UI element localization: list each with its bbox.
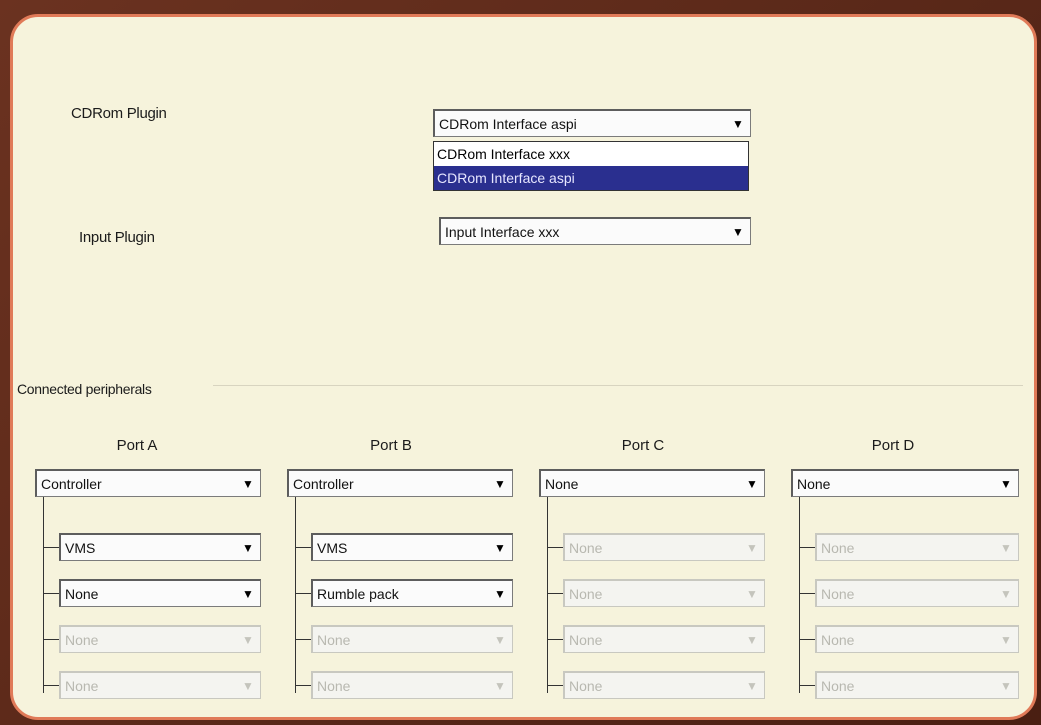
port-a-title: Port A bbox=[116, 437, 158, 454]
port-d-slot-2-select: None ▼ bbox=[815, 579, 1019, 607]
tree-branch bbox=[547, 685, 563, 686]
cdrom-option-xxx[interactable]: CDRom Interface xxx bbox=[434, 142, 748, 166]
port-b-slot-2-value: Rumble pack bbox=[317, 585, 399, 602]
port-c-slot-2-value: None bbox=[569, 585, 603, 602]
port-a-slot-3-value: None bbox=[65, 631, 99, 648]
tree-branch bbox=[43, 547, 59, 548]
chevron-down-icon[interactable]: ▼ bbox=[726, 219, 750, 244]
port-c-slot-1-select: None ▼ bbox=[563, 533, 765, 561]
port-b-slot-4-select: None ▼ bbox=[311, 671, 513, 699]
port-b-slot-1-value: VMS bbox=[317, 539, 348, 556]
port-d-slot-2-value: None bbox=[821, 585, 855, 602]
port-a-device-value: Controller bbox=[41, 475, 102, 492]
port-c-device-value: None bbox=[545, 475, 579, 492]
tree-branch bbox=[295, 547, 311, 548]
section-divider bbox=[213, 385, 1023, 386]
port-d-slot-3-value: None bbox=[821, 631, 855, 648]
cdrom-plugin-dropdown-list: CDRom Interface xxx CDRom Interface aspi bbox=[433, 141, 749, 191]
tree-branch bbox=[43, 639, 59, 640]
chevron-down-icon: ▼ bbox=[746, 540, 758, 555]
port-c-slot-3-value: None bbox=[569, 631, 603, 648]
port-d-slot-4-value: None bbox=[821, 677, 855, 694]
input-plugin-value: Input Interface xxx bbox=[445, 223, 560, 240]
chevron-down-icon[interactable]: ▼ bbox=[488, 471, 512, 496]
port-d-slot-3-select: None ▼ bbox=[815, 625, 1019, 653]
port-d-slot-1-value: None bbox=[821, 539, 855, 556]
port-d-device-select[interactable]: None ▼ bbox=[791, 469, 1019, 497]
chevron-down-icon[interactable]: ▼ bbox=[488, 535, 512, 560]
port-b-slot-3-value: None bbox=[317, 631, 351, 648]
chevron-down-icon: ▼ bbox=[746, 586, 758, 601]
port-d-slot-4-select: None ▼ bbox=[815, 671, 1019, 699]
port-a-slot-3-select: None ▼ bbox=[59, 625, 261, 653]
port-b-slot-3-select: None ▼ bbox=[311, 625, 513, 653]
chevron-down-icon[interactable]: ▼ bbox=[726, 111, 750, 136]
chevron-down-icon: ▼ bbox=[746, 632, 758, 647]
port-a-slot-1-select[interactable]: VMS ▼ bbox=[59, 533, 261, 561]
port-d-title: Port D bbox=[871, 437, 915, 454]
chevron-down-icon[interactable]: ▼ bbox=[994, 471, 1018, 496]
cdrom-plugin-select[interactable]: CDRom Interface aspi ▼ bbox=[433, 109, 751, 137]
chevron-down-icon[interactable]: ▼ bbox=[488, 581, 512, 606]
chevron-down-icon: ▼ bbox=[1000, 678, 1012, 693]
chevron-down-icon: ▼ bbox=[1000, 540, 1012, 555]
port-b-slot-2-select[interactable]: Rumble pack ▼ bbox=[311, 579, 513, 607]
chevron-down-icon: ▼ bbox=[494, 632, 506, 647]
chevron-down-icon: ▼ bbox=[1000, 586, 1012, 601]
input-plugin-label: Input Plugin bbox=[79, 229, 155, 246]
chevron-down-icon[interactable]: ▼ bbox=[236, 535, 260, 560]
tree-branch bbox=[799, 639, 815, 640]
tree-branch bbox=[799, 593, 815, 594]
port-c-device-select[interactable]: None ▼ bbox=[539, 469, 765, 497]
port-b-title: Port B bbox=[370, 437, 412, 454]
chevron-down-icon: ▼ bbox=[1000, 632, 1012, 647]
port-d-tree-line bbox=[799, 497, 800, 693]
chevron-down-icon: ▼ bbox=[746, 678, 758, 693]
tree-branch bbox=[799, 547, 815, 548]
port-a-slot-4-select: None ▼ bbox=[59, 671, 261, 699]
port-c-slot-4-select: None ▼ bbox=[563, 671, 765, 699]
port-b-device-value: Controller bbox=[293, 475, 354, 492]
peripherals-section-label: Connected peripherals bbox=[17, 381, 152, 397]
port-a-slot-2-value: None bbox=[65, 585, 99, 602]
chevron-down-icon: ▼ bbox=[242, 678, 254, 693]
port-a-slot-2-select[interactable]: None ▼ bbox=[59, 579, 261, 607]
port-a-slot-4-value: None bbox=[65, 677, 99, 694]
cdrom-plugin-value: CDRom Interface aspi bbox=[439, 115, 577, 132]
port-d-device-value: None bbox=[797, 475, 831, 492]
port-a-device-select[interactable]: Controller ▼ bbox=[35, 469, 261, 497]
tree-branch bbox=[295, 685, 311, 686]
chevron-down-icon[interactable]: ▼ bbox=[236, 471, 260, 496]
tree-branch bbox=[43, 685, 59, 686]
chevron-down-icon: ▼ bbox=[242, 632, 254, 647]
tree-branch bbox=[799, 685, 815, 686]
port-a-slot-1-value: VMS bbox=[65, 539, 96, 556]
port-b-tree-line bbox=[295, 497, 296, 693]
port-c-slot-2-select: None ▼ bbox=[563, 579, 765, 607]
chevron-down-icon[interactable]: ▼ bbox=[740, 471, 764, 496]
port-d-slot-1-select: None ▼ bbox=[815, 533, 1019, 561]
port-c-title: Port C bbox=[621, 437, 665, 454]
settings-panel: CDRom Plugin CDRom Interface aspi ▼ CDRo… bbox=[10, 14, 1037, 720]
tree-branch bbox=[295, 593, 311, 594]
tree-branch bbox=[547, 593, 563, 594]
tree-branch bbox=[547, 547, 563, 548]
cdrom-plugin-label: CDRom Plugin bbox=[71, 105, 167, 122]
port-b-slot-1-select[interactable]: VMS ▼ bbox=[311, 533, 513, 561]
port-c-tree-line bbox=[547, 497, 548, 693]
cdrom-option-aspi[interactable]: CDRom Interface aspi bbox=[434, 166, 748, 190]
input-plugin-select[interactable]: Input Interface xxx ▼ bbox=[439, 217, 751, 245]
tree-branch bbox=[295, 639, 311, 640]
port-c-slot-3-select: None ▼ bbox=[563, 625, 765, 653]
chevron-down-icon: ▼ bbox=[494, 678, 506, 693]
port-c-slot-4-value: None bbox=[569, 677, 603, 694]
tree-branch bbox=[43, 593, 59, 594]
port-a-tree-line bbox=[43, 497, 44, 693]
tree-branch bbox=[547, 639, 563, 640]
port-b-slot-4-value: None bbox=[317, 677, 351, 694]
port-b-device-select[interactable]: Controller ▼ bbox=[287, 469, 513, 497]
chevron-down-icon[interactable]: ▼ bbox=[236, 581, 260, 606]
port-c-slot-1-value: None bbox=[569, 539, 603, 556]
